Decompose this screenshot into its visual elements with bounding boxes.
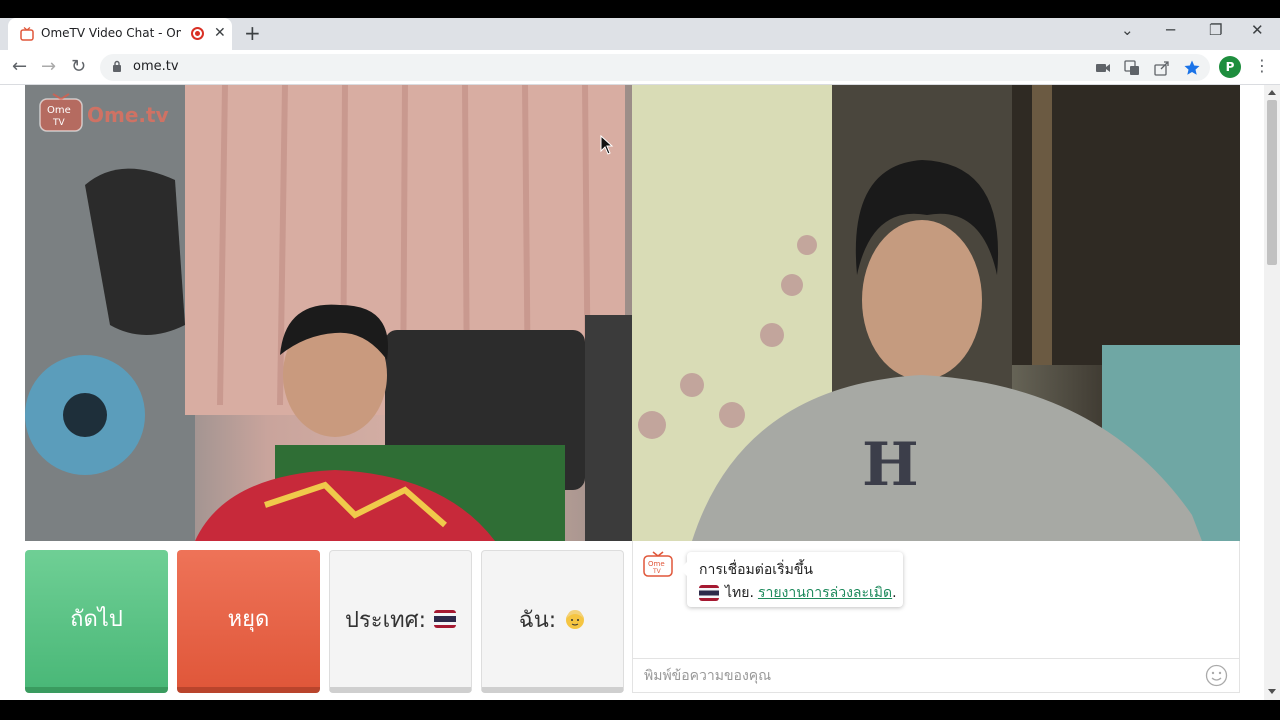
restore-button[interactable]: ❐ xyxy=(1209,21,1222,39)
country-label: ประเทศ: xyxy=(345,607,426,633)
page-viewport: Ome TV Ome.tv H ถัดไป หยุด ประเทศ: ฉัน: … xyxy=(0,85,1280,700)
partner-country-line: ไทย. รายงานการล่วงละเมิด . xyxy=(699,582,897,604)
chat-logo-top: Ome xyxy=(648,560,665,568)
close-window-button[interactable]: ✕ xyxy=(1251,21,1264,39)
screen: OmeTV Video Chat - Omegl ✕ + ⌄ ─ ❐ ✕ ← →… xyxy=(0,0,1280,720)
browser-tab[interactable]: OmeTV Video Chat - Omegl ✕ xyxy=(8,18,232,50)
browser-toolbar: ← → ↻ ome.tv P ⋮ xyxy=(0,50,1280,85)
chat-panel: Ome TV การเชื่อมต่อเริ่มขึ้น ไทย. รายงาน… xyxy=(632,541,1240,693)
bookmark-star-icon[interactable] xyxy=(1183,59,1201,77)
new-tab-button[interactable]: + xyxy=(244,21,261,45)
me-label: ฉัน: xyxy=(518,607,557,633)
mouse-cursor-icon xyxy=(600,135,614,155)
close-tab-icon[interactable]: ✕ xyxy=(214,25,226,41)
translate-icon[interactable] xyxy=(1123,59,1141,77)
tab-title: OmeTV Video Chat - Omegl xyxy=(41,26,181,40)
recording-indicator-icon xyxy=(191,27,204,40)
tab-search-chevron-icon[interactable]: ⌄ xyxy=(1121,21,1134,39)
url-text: ome.tv xyxy=(133,59,179,74)
next-button[interactable]: ถัดไป xyxy=(25,550,168,693)
scroll-up-arrow-icon[interactable] xyxy=(1268,90,1276,95)
report-abuse-link[interactable]: รายงานการล่วงละเมิด xyxy=(758,582,892,604)
logo-text: Ome.tv xyxy=(87,103,169,127)
thailand-flag-icon xyxy=(434,610,456,628)
lock-icon xyxy=(113,60,121,72)
logo-badge-top: Ome xyxy=(47,105,71,116)
ometv-logo: Ome TV Ome.tv xyxy=(39,93,169,132)
camera-in-use-icon[interactable] xyxy=(1094,59,1112,77)
minimize-button[interactable]: ─ xyxy=(1166,21,1175,39)
partner-video-scene: H xyxy=(632,85,1240,541)
chat-message-input[interactable] xyxy=(633,659,1193,692)
logo-badge-bottom: TV xyxy=(52,118,65,128)
connection-started-text: การเชื่อมต่อเริ่มขึ้น xyxy=(699,562,813,578)
ometv-favicon-icon xyxy=(20,27,34,41)
address-bar[interactable]: ome.tv xyxy=(100,54,1210,81)
page-scrollbar[interactable] xyxy=(1264,85,1280,700)
stop-label: หยุด xyxy=(227,607,270,632)
country-filter-button[interactable]: ประเทศ: xyxy=(329,550,472,693)
tab-strip: OmeTV Video Chat - Omegl ✕ + ⌄ ─ ❐ ✕ xyxy=(0,18,1280,50)
ometv-chat-logo-icon: Ome TV xyxy=(643,551,673,577)
svg-text:H: H xyxy=(862,430,919,500)
emoji-smiley-icon[interactable] xyxy=(1205,664,1228,687)
thailand-flag-icon xyxy=(699,585,719,601)
man-emoji-icon xyxy=(566,610,585,629)
next-label: ถัดไป xyxy=(70,607,123,632)
menu-kebab-icon[interactable]: ⋮ xyxy=(1254,56,1270,75)
back-button[interactable]: ← xyxy=(12,56,27,77)
profile-avatar[interactable]: P xyxy=(1219,56,1241,78)
partner-video: H xyxy=(632,85,1240,541)
stop-button[interactable]: หยุด xyxy=(177,550,320,693)
self-video: Ome TV Ome.tv xyxy=(25,85,632,541)
gender-me-button[interactable]: ฉัน: xyxy=(481,550,624,693)
share-icon[interactable] xyxy=(1153,59,1171,77)
chat-input-bar xyxy=(633,658,1239,692)
report-suffix: . xyxy=(892,585,897,601)
system-message: การเชื่อมต่อเริ่มขึ้น ไทย. รายงานการล่วง… xyxy=(680,552,903,607)
chat-logo-bottom: TV xyxy=(652,568,662,575)
reload-button[interactable]: ↻ xyxy=(71,56,86,77)
forward-button[interactable]: → xyxy=(41,56,56,77)
self-video-scene xyxy=(25,85,632,541)
partner-country-text: ไทย. xyxy=(725,585,754,601)
scrollbar-thumb[interactable] xyxy=(1267,100,1277,265)
scroll-down-arrow-icon[interactable] xyxy=(1268,689,1276,694)
